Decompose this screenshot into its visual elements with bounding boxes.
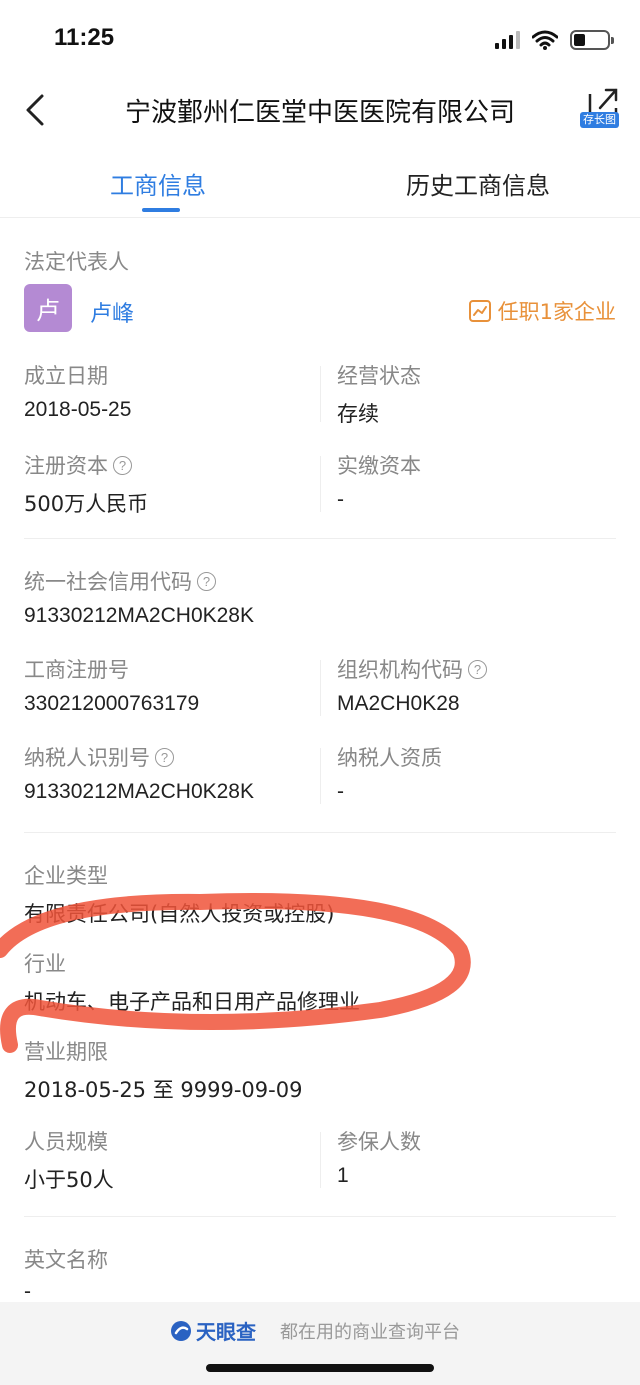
footer-slogan: 都在用的商业查询平台 bbox=[280, 1322, 460, 1343]
chevron-left-icon bbox=[26, 94, 44, 126]
help-icon[interactable]: ? bbox=[113, 455, 132, 475]
status-icons bbox=[495, 30, 614, 50]
registered-capital-label-text: 注册资本 bbox=[24, 454, 108, 478]
english-name-label: 英文名称 bbox=[24, 1248, 108, 1272]
english-name-value: - bbox=[24, 1280, 31, 1303]
taxpayer-id-label: 纳税人识别号 ? bbox=[24, 742, 174, 772]
status-bar: 11:25 bbox=[0, 0, 640, 80]
tab-bar: 工商信息 历史工商信息 bbox=[0, 144, 640, 218]
registered-capital-value: 500万人民币 bbox=[24, 492, 149, 516]
footer-brand: 天眼查 bbox=[196, 1320, 256, 1344]
share-badge: 存长图 bbox=[580, 112, 619, 128]
help-icon[interactable]: ? bbox=[155, 747, 174, 767]
section-divider bbox=[24, 1216, 616, 1217]
business-term-value: 2018-05-25 至 9999-09-09 bbox=[24, 1078, 303, 1102]
home-indicator[interactable] bbox=[206, 1364, 434, 1372]
help-icon[interactable]: ? bbox=[197, 571, 216, 591]
positions-link[interactable]: 任职1家企业 bbox=[468, 296, 616, 326]
back-button[interactable] bbox=[18, 90, 58, 130]
section-divider bbox=[24, 538, 616, 539]
paid-in-capital-value: - bbox=[337, 488, 344, 511]
insured-count-value: 1 bbox=[337, 1164, 349, 1187]
registered-capital-label: 注册资本 ? bbox=[24, 450, 132, 480]
established-date-label: 成立日期 bbox=[24, 364, 108, 388]
section-divider bbox=[24, 832, 616, 833]
credit-code-label-text: 统一社会信用代码 bbox=[24, 570, 192, 594]
taxpayer-qual-label: 纳税人资质 bbox=[337, 746, 442, 770]
taxpayer-id-label-text: 纳税人识别号 bbox=[24, 746, 150, 770]
page-title: 宁波鄞州仁医堂中医医院有限公司 bbox=[124, 98, 515, 128]
industry-value: 机动车、电子产品和日用产品修理业 bbox=[24, 990, 360, 1014]
chart-icon bbox=[468, 300, 491, 322]
credit-code-label: 统一社会信用代码 ? bbox=[24, 566, 216, 596]
footer: 天眼查 都在用的商业查询平台 bbox=[0, 1302, 640, 1385]
reg-number-value: 330212000763179 bbox=[24, 692, 200, 715]
wifi-icon bbox=[532, 30, 558, 50]
nav-bar: 宁波鄞州仁医堂中医医院有限公司 存长图 bbox=[0, 80, 640, 144]
avatar[interactable]: 卢 bbox=[24, 284, 72, 332]
established-date-value: 2018-05-25 bbox=[24, 398, 132, 421]
org-code-label-text: 组织机构代码 bbox=[337, 658, 463, 682]
column-divider bbox=[320, 748, 321, 804]
org-code-label: 组织机构代码 ? bbox=[337, 654, 487, 684]
footer-logo: 天眼查 bbox=[170, 1316, 256, 1345]
legal-rep-label: 法定代表人 bbox=[24, 250, 129, 274]
company-type-value: 有限责任公司(自然人投资或控股) bbox=[24, 902, 335, 926]
help-icon[interactable]: ? bbox=[468, 659, 487, 679]
battery-icon bbox=[570, 30, 614, 50]
staff-size-label: 人员规模 bbox=[24, 1130, 108, 1154]
column-divider bbox=[320, 456, 321, 512]
insured-count-label: 参保人数 bbox=[337, 1130, 421, 1154]
taxpayer-id-value: 91330212MA2CH0K28K bbox=[24, 780, 254, 803]
column-divider bbox=[320, 660, 321, 716]
positions-text: 任职1家企业 bbox=[497, 300, 616, 324]
staff-size-value: 小于50人 bbox=[24, 1168, 114, 1192]
tab-history-business-info[interactable]: 历史工商信息 bbox=[406, 166, 550, 201]
tab-active-indicator bbox=[142, 208, 180, 212]
tianyancha-logo-icon bbox=[171, 1320, 191, 1341]
status-time: 11:25 bbox=[54, 24, 115, 51]
industry-label: 行业 bbox=[24, 952, 66, 976]
tab-business-info[interactable]: 工商信息 bbox=[110, 166, 206, 201]
column-divider bbox=[320, 366, 321, 422]
column-divider bbox=[320, 1132, 321, 1188]
business-status-value: 存续 bbox=[337, 402, 379, 426]
paid-in-capital-label: 实缴资本 bbox=[337, 454, 421, 478]
signal-icon bbox=[495, 31, 520, 49]
business-status-label: 经营状态 bbox=[337, 364, 421, 388]
business-term-label: 营业期限 bbox=[24, 1040, 108, 1064]
taxpayer-qual-value: - bbox=[337, 780, 344, 803]
credit-code-value: 91330212MA2CH0K28K bbox=[24, 604, 254, 627]
share-long-image-button[interactable]: 存长图 bbox=[576, 84, 626, 134]
company-type-label: 企业类型 bbox=[24, 864, 108, 888]
org-code-value: MA2CH0K28 bbox=[337, 692, 460, 715]
legal-rep-name[interactable]: 卢峰 bbox=[90, 296, 134, 328]
reg-number-label: 工商注册号 bbox=[24, 658, 129, 682]
